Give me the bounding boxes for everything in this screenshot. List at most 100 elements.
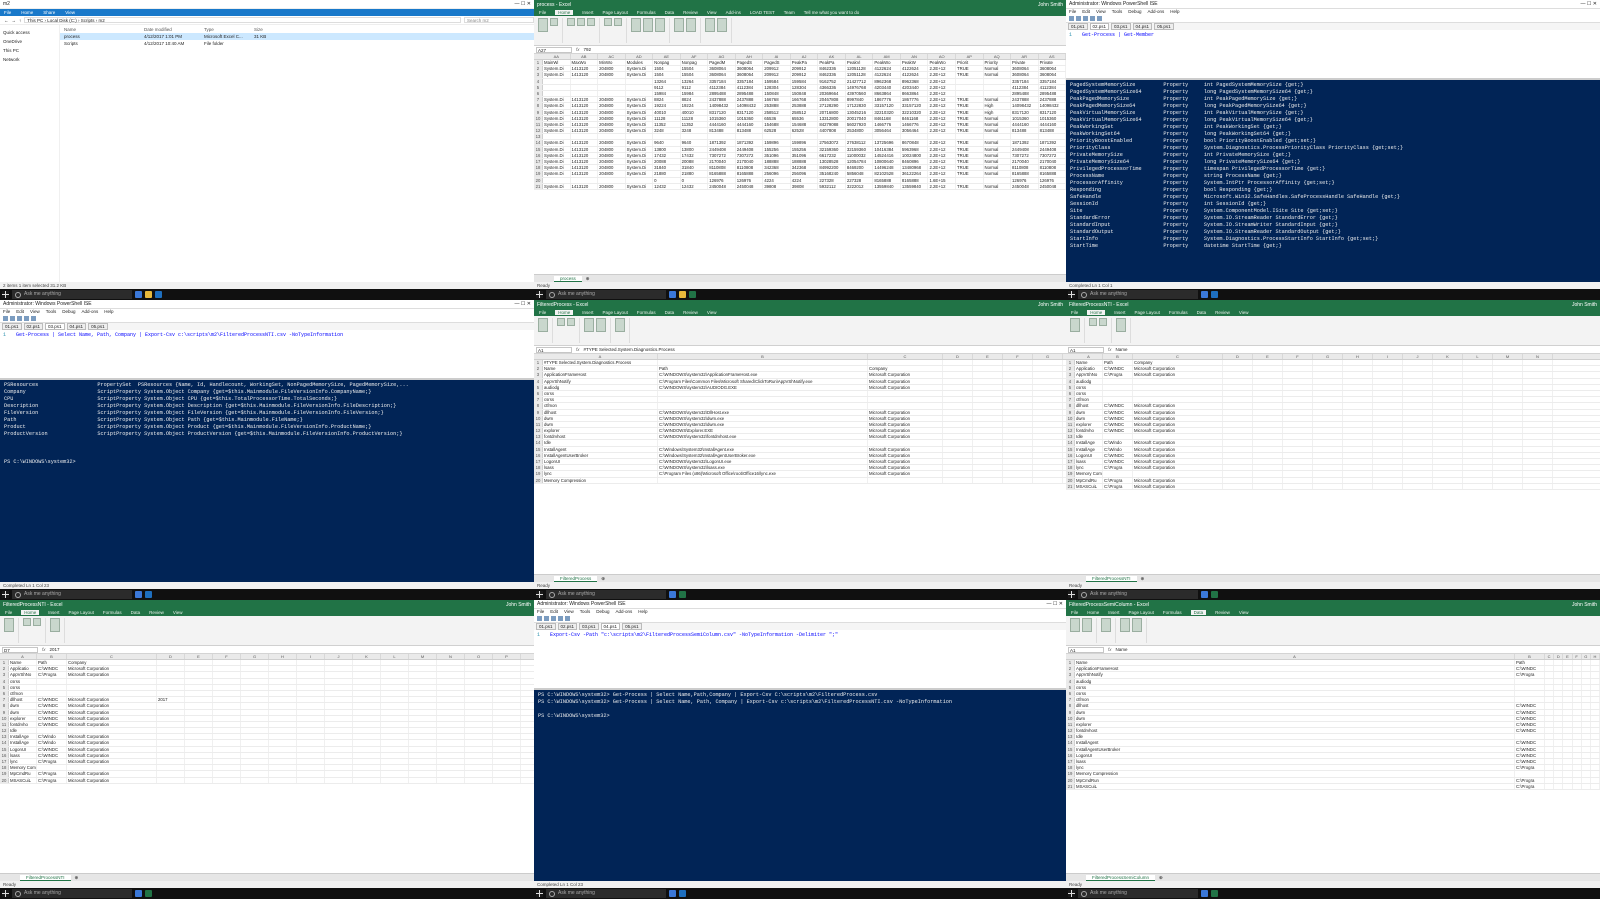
cell[interactable]: Microsoft Corporation xyxy=(868,384,943,390)
cell[interactable] xyxy=(1554,728,1564,734)
cell[interactable] xyxy=(1033,421,1063,428)
cell[interactable] xyxy=(1554,740,1564,746)
cell[interactable] xyxy=(67,678,157,684)
cell[interactable] xyxy=(1573,740,1582,746)
cell[interactable] xyxy=(1591,678,1600,684)
cell[interactable] xyxy=(1253,465,1283,471)
cell[interactable] xyxy=(241,771,269,777)
cell[interactable] xyxy=(1493,452,1523,458)
windows-start-icon[interactable] xyxy=(1068,890,1075,897)
cell[interactable] xyxy=(1373,384,1403,390)
back-icon[interactable]: ← xyxy=(4,18,9,23)
formula-input[interactable]: 792 xyxy=(584,47,592,52)
cell[interactable] xyxy=(1343,477,1373,483)
cell[interactable] xyxy=(1463,415,1493,421)
cell[interactable]: Microsoft Corporation xyxy=(67,672,157,678)
cell[interactable]: PeakPa xyxy=(818,60,846,66)
column-header[interactable]: D xyxy=(943,354,973,359)
cell[interactable] xyxy=(1373,390,1403,397)
cell[interactable] xyxy=(1493,390,1523,397)
cell[interactable]: 17432 xyxy=(653,152,681,158)
tab-03[interactable]: 03.ps1 xyxy=(1111,23,1131,30)
cell[interactable]: csrss xyxy=(1075,684,1515,690)
name-box[interactable]: D7 xyxy=(2,646,38,653)
row-number[interactable]: 18 xyxy=(534,465,543,471)
cell[interactable] xyxy=(1283,372,1313,378)
cell[interactable] xyxy=(493,678,521,684)
cell[interactable]: C:\Progra xyxy=(37,759,67,765)
cell[interactable] xyxy=(943,390,973,397)
excel-icon[interactable] xyxy=(689,291,696,298)
cell[interactable]: MpCmdRu xyxy=(1075,477,1103,483)
cell[interactable]: 2437888 xyxy=(1039,97,1066,103)
cell[interactable]: Microsoft Corporation xyxy=(1133,459,1223,465)
cell[interactable]: PeakWo xyxy=(873,60,901,66)
cell[interactable] xyxy=(1003,440,1033,446)
cell[interactable]: 8165888 xyxy=(1039,171,1066,177)
powershell-icon[interactable] xyxy=(679,890,686,897)
cell[interactable] xyxy=(1313,366,1343,372)
row-number[interactable]: 5 xyxy=(534,384,543,390)
cell[interactable] xyxy=(1313,428,1343,434)
cell[interactable] xyxy=(943,471,973,477)
cell[interactable] xyxy=(1433,409,1463,415)
cell[interactable]: PeakW xyxy=(901,60,929,66)
cell[interactable]: 204800 xyxy=(598,159,626,165)
cell[interactable]: C:\WINDC xyxy=(1103,415,1133,421)
cell[interactable]: 3608064 xyxy=(1039,72,1066,78)
cell[interactable] xyxy=(1003,459,1033,465)
cell[interactable]: 154688 xyxy=(791,121,819,128)
cell[interactable]: ApplicationFrameHost xyxy=(543,372,658,378)
cell[interactable] xyxy=(437,777,465,783)
cell[interactable] xyxy=(973,366,1003,372)
table-row[interactable]: 21 System.Di 1413120 204800 System.Di 12432 12… xyxy=(534,183,1066,190)
cell[interactable]: lsass xyxy=(543,465,658,471)
new-icon[interactable] xyxy=(3,316,8,321)
cell[interactable]: 253888 xyxy=(791,103,819,109)
tab-data[interactable]: Data xyxy=(1190,610,1207,615)
save-icon[interactable] xyxy=(17,316,22,321)
cell[interactable]: fontdrvhost xyxy=(543,434,658,440)
cell[interactable] xyxy=(465,690,493,697)
cell[interactable] xyxy=(1373,471,1403,477)
cell[interactable] xyxy=(1493,403,1523,409)
cell[interactable]: 7307272 xyxy=(708,152,736,158)
cell[interactable] xyxy=(1133,397,1223,403)
cell[interactable] xyxy=(37,728,67,734)
cell[interactable] xyxy=(1313,471,1343,477)
cell[interactable] xyxy=(1283,421,1313,428)
cell[interactable] xyxy=(943,415,973,421)
column-header[interactable]: D xyxy=(157,654,185,659)
cell[interactable] xyxy=(763,134,791,140)
cell[interactable]: PeakVi xyxy=(846,60,874,66)
tab-view[interactable]: View xyxy=(65,10,75,15)
cell[interactable] xyxy=(1493,378,1523,384)
cell[interactable] xyxy=(1463,409,1493,415)
cell[interactable]: explorer xyxy=(543,428,658,434)
cell[interactable]: 813488 xyxy=(1039,128,1066,134)
cell[interactable]: LogonUI xyxy=(1075,452,1103,458)
cell[interactable] xyxy=(1573,765,1582,771)
cell[interactable]: 4122624 xyxy=(901,72,929,78)
row-number[interactable]: 2 xyxy=(1066,366,1075,372)
cell[interactable] xyxy=(1433,465,1463,471)
cell[interactable] xyxy=(1554,678,1564,684)
row-number[interactable]: 2 xyxy=(0,666,9,672)
worksheet[interactable]: ABCDEFGHIJKLMN 1 Name Path Company 2 Applicat… xyxy=(1066,354,1600,574)
cell[interactable] xyxy=(185,752,213,758)
cell[interactable]: 2.2E+12 xyxy=(928,121,956,128)
cell[interactable] xyxy=(1313,378,1343,384)
cell[interactable] xyxy=(1223,366,1253,372)
cell[interactable]: TRUE xyxy=(956,72,984,78)
cell[interactable] xyxy=(1493,384,1523,390)
cell[interactable]: csrss xyxy=(9,684,37,690)
cell[interactable] xyxy=(973,446,1003,452)
save-icon[interactable] xyxy=(551,616,556,621)
row-number[interactable]: 12 xyxy=(1066,728,1075,734)
cell[interactable] xyxy=(1223,465,1253,471)
row-number[interactable]: 16 xyxy=(1066,752,1075,758)
tab-review[interactable]: Review xyxy=(683,310,698,315)
cell[interactable]: 13559840 xyxy=(901,183,929,189)
cell[interactable] xyxy=(1545,690,1555,697)
cell[interactable]: System.Di xyxy=(543,183,571,189)
